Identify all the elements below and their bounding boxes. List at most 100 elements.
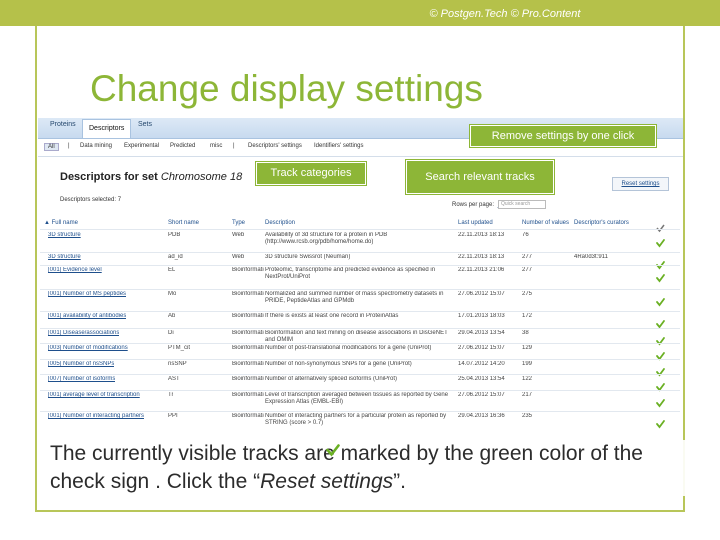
instruction-caption: The currently visible tracks are marked …: [50, 440, 700, 496]
descriptor-name-link[interactable]: 3D structure: [48, 232, 81, 238]
column-header-type[interactable]: Type: [232, 220, 245, 226]
descriptor-short-name: nsSNP: [168, 361, 187, 367]
descriptor-description: Availability of 3d structure for a prote…: [265, 232, 388, 245]
filter-all[interactable]: All: [44, 143, 59, 151]
visible-check-icon[interactable]: [656, 347, 665, 361]
visible-check-icon[interactable]: [656, 315, 665, 329]
tab-sets[interactable]: Sets: [138, 121, 152, 128]
descriptor-short-name: AST: [168, 376, 180, 382]
descriptor-value-count: 275: [522, 291, 533, 297]
descriptor-name-link[interactable]: [003] Number of modifications: [48, 345, 128, 351]
callout-track-categories: Track categories: [256, 162, 366, 185]
descriptor-description: Proteomic, transcriptome and predicted e…: [265, 267, 436, 280]
column-header-number-of-values[interactable]: Number of values: [522, 220, 569, 226]
descriptor-last-updated: 25.04.2013 13:54: [458, 376, 505, 382]
column-header-full-name[interactable]: ▲ Full name: [44, 220, 78, 226]
filter-experimental[interactable]: Experimental: [124, 143, 159, 149]
descriptor-name-link[interactable]: [005] Number of nsSNPs: [48, 361, 114, 367]
descriptor-type: Bioinformatics: [232, 376, 264, 382]
row-divider: [40, 328, 680, 329]
descriptor-short-name: Di: [168, 330, 174, 336]
quick-search-input[interactable]: Quick search: [498, 200, 546, 209]
descriptor-last-updated: 14.07.2012 14:20: [458, 361, 505, 367]
descriptor-value-count: 129: [522, 345, 533, 351]
column-header-description[interactable]: Description: [265, 220, 295, 226]
descriptor-short-name: PPI: [168, 413, 178, 419]
visible-check-icon[interactable]: [656, 378, 665, 392]
descriptor-last-updated: 22.11.2013 18:13: [458, 232, 505, 238]
set-name: Chromosome 18: [160, 171, 243, 183]
descriptor-type: Web: [232, 254, 245, 260]
caption-text: ”.: [393, 470, 406, 493]
descriptor-type: Bioinformatics: [232, 392, 264, 398]
row-divider: [40, 311, 680, 312]
descriptors-settings-link[interactable]: Descriptors' settings: [248, 143, 302, 149]
descriptor-value-count: 38: [522, 330, 529, 336]
descriptor-type: Bioinformatics: [232, 267, 264, 273]
visible-check-icon[interactable]: [656, 363, 665, 377]
descriptor-name-link[interactable]: [001] Disease/associations: [48, 330, 119, 336]
descriptor-short-name: Tr: [168, 392, 174, 398]
descriptor-description: Number of post-translational modificatio…: [265, 345, 432, 351]
descriptor-name-link[interactable]: [007] Number of isoforms: [48, 376, 115, 382]
column-header-curators[interactable]: Descriptor's curators: [574, 220, 629, 226]
descriptor-value-count: 277: [522, 254, 533, 260]
descriptor-curator: 4Ra0d3t:911: [574, 254, 608, 260]
visible-check-icon[interactable]: [656, 293, 665, 307]
caption-text: . Click the “: [155, 470, 261, 493]
visible-check-icon[interactable]: [656, 234, 665, 248]
descriptor-type: Bioinformatics: [232, 345, 264, 351]
descriptor-last-updated: 27.06.2012 15:07: [458, 345, 505, 351]
descriptor-name-link[interactable]: 3D structure: [48, 254, 81, 260]
row-divider: [40, 289, 680, 290]
visible-check-icon[interactable]: [656, 415, 665, 429]
filter-predicted[interactable]: Predicted: [170, 143, 195, 149]
tab-descriptors[interactable]: Descriptors: [82, 119, 132, 138]
tab-proteins[interactable]: Proteins: [50, 121, 76, 128]
column-header-last-updated[interactable]: Last updated: [458, 220, 493, 226]
descriptors-selected: Descriptors selected: 7: [60, 197, 122, 203]
green-check-icon: [326, 443, 340, 457]
descriptor-type: Bioinformatics: [232, 413, 264, 419]
descriptor-value-count: 217: [522, 392, 533, 398]
page-heading: Descriptors for set Chromosome 18: [60, 171, 242, 183]
column-header-short-name[interactable]: Short name: [168, 220, 199, 226]
divider: |: [233, 143, 235, 149]
descriptor-name-link[interactable]: [001] Number of MS peptides: [48, 291, 126, 297]
descriptor-description: Normalized and summed number of mass spe…: [265, 291, 444, 304]
descriptor-last-updated: 22.11.2013 18:13: [458, 254, 505, 260]
descriptor-type: Bioinformatics: [232, 361, 264, 367]
descriptor-description: Number of alternatively spliced isoforms…: [265, 376, 398, 382]
visible-check-icon[interactable]: [656, 394, 665, 408]
callout-search-tracks: Search relevant tracks: [406, 160, 554, 194]
filter-data-mining[interactable]: Data mining: [80, 143, 112, 149]
filter-misc[interactable]: misc: [210, 143, 222, 149]
visible-check-icon[interactable]: [656, 269, 665, 283]
descriptor-description: 3D structure Swissrot (Neuman): [265, 254, 351, 260]
visible-check-icon[interactable]: [656, 332, 665, 346]
row-divider: [40, 252, 680, 253]
descriptor-name-link[interactable]: [001] Evidence level: [48, 267, 102, 273]
descriptor-short-name: PDB: [168, 232, 181, 238]
rows-per-page-label: Rows per page:: [452, 202, 495, 208]
descriptor-short-name: PTM_cit: [168, 345, 191, 351]
row-divider: [40, 265, 680, 266]
identifiers-settings-link[interactable]: Identifiers' settings: [314, 143, 364, 149]
descriptor-value-count: 122: [522, 376, 533, 382]
descriptor-last-updated: 27.06.2012 15:07: [458, 291, 505, 297]
descriptor-description: Number of non-synonymous SNPs for a gene…: [265, 361, 412, 367]
descriptor-name-link[interactable]: [001] availability of antibodies: [48, 313, 126, 319]
descriptor-value-count: 172: [522, 313, 533, 319]
row-divider: [40, 390, 680, 391]
reset-settings-button[interactable]: Reset settings: [612, 177, 669, 191]
descriptor-name-link[interactable]: [001] average level of transcription: [48, 392, 140, 398]
slide-title: Change display settings: [90, 68, 483, 109]
descriptor-description: If there is exists at least one record i…: [265, 313, 399, 319]
descriptor-value-count: 76: [522, 232, 529, 238]
descriptor-short-name: Ab: [168, 313, 176, 319]
row-divider: [40, 411, 680, 412]
visible-check-icon[interactable]: [656, 256, 665, 270]
descriptor-name-link[interactable]: [001] Number of interacting partners: [48, 413, 144, 419]
descriptor-value-count: 199: [522, 361, 533, 367]
descriptor-type: Bioinformatics: [232, 330, 264, 336]
